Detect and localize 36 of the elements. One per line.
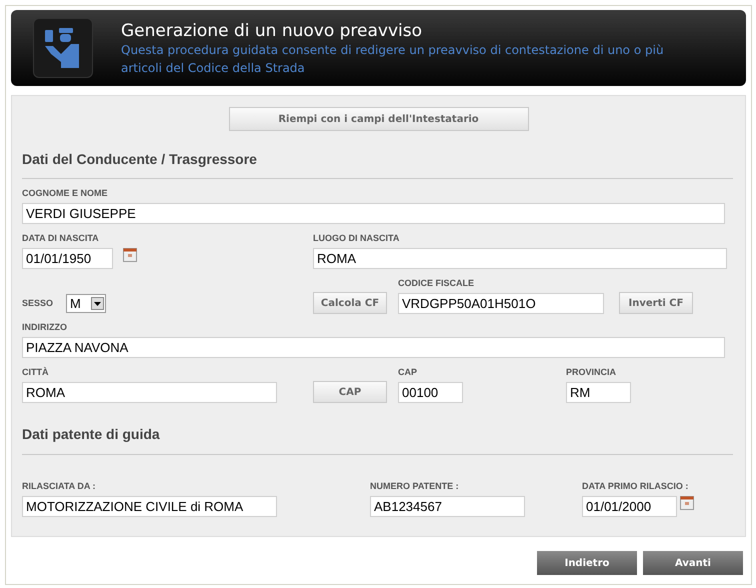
form-button[interactable]: Inverti CF xyxy=(619,292,693,314)
section-heading: Dati patente di guida xyxy=(22,426,160,442)
field-label: RILASCIATA DA : xyxy=(22,481,96,492)
field-label: PROVINCIA xyxy=(566,367,618,378)
text-field[interactable]: VERDI GIUSEPPE xyxy=(22,203,725,224)
text-field[interactable]: ROMA xyxy=(313,248,727,269)
form-button[interactable]: Calcola CF xyxy=(313,292,387,314)
text-field[interactable]: RM xyxy=(566,382,631,403)
field-label: INDIRIZZO xyxy=(22,322,68,333)
text-field[interactable]: MOTORIZZAZIONE CIVILE di ROMA xyxy=(22,496,277,517)
section-heading: Dati del Conducente / Trasgressore xyxy=(22,151,257,167)
field-label: DATA PRIMO RILASCIO : xyxy=(582,481,690,492)
text-field[interactable]: 01/01/2000 xyxy=(582,496,677,517)
calendar-icon[interactable] xyxy=(680,496,694,510)
field-label: DATA DI NASCITA xyxy=(22,233,100,244)
text-field[interactable]: ROMA xyxy=(22,382,277,403)
text-field[interactable]: 01/01/1950 xyxy=(22,248,113,269)
nav-button[interactable]: Indietro xyxy=(537,551,637,575)
field-label: CITTÀ xyxy=(22,367,50,378)
field-label: CAP xyxy=(398,367,418,378)
field-label: SESSO xyxy=(22,298,54,309)
text-field[interactable]: PIAZZA NAVONA xyxy=(22,337,725,358)
field-label: COGNOME E NOME xyxy=(22,188,109,199)
text-field[interactable]: 00100 xyxy=(398,382,463,403)
form-button[interactable]: Riempi con i campi dell'Intestatario xyxy=(228,107,528,131)
page-title: Generazione di un nuovo preavviso xyxy=(121,21,424,41)
nav-button[interactable]: Avanti xyxy=(643,551,743,575)
form-button[interactable]: CAP xyxy=(313,381,387,403)
field-label: NUMERO PATENTE : xyxy=(370,481,460,492)
text-field[interactable]: VRDGPP50A01H501O xyxy=(398,293,604,314)
text-field[interactable]: AB1234567 xyxy=(370,496,525,517)
field-label: LUOGO DI NASCITA xyxy=(313,233,400,244)
sex-select[interactable]: M xyxy=(66,294,106,313)
calendar-icon[interactable] xyxy=(123,248,137,262)
field-label: CODICE FISCALE xyxy=(398,278,476,289)
page-description: Questa procedura guidata consente di redigere un preavviso di contestazione di uno o più articoli del Codice della Strada xyxy=(121,42,665,77)
